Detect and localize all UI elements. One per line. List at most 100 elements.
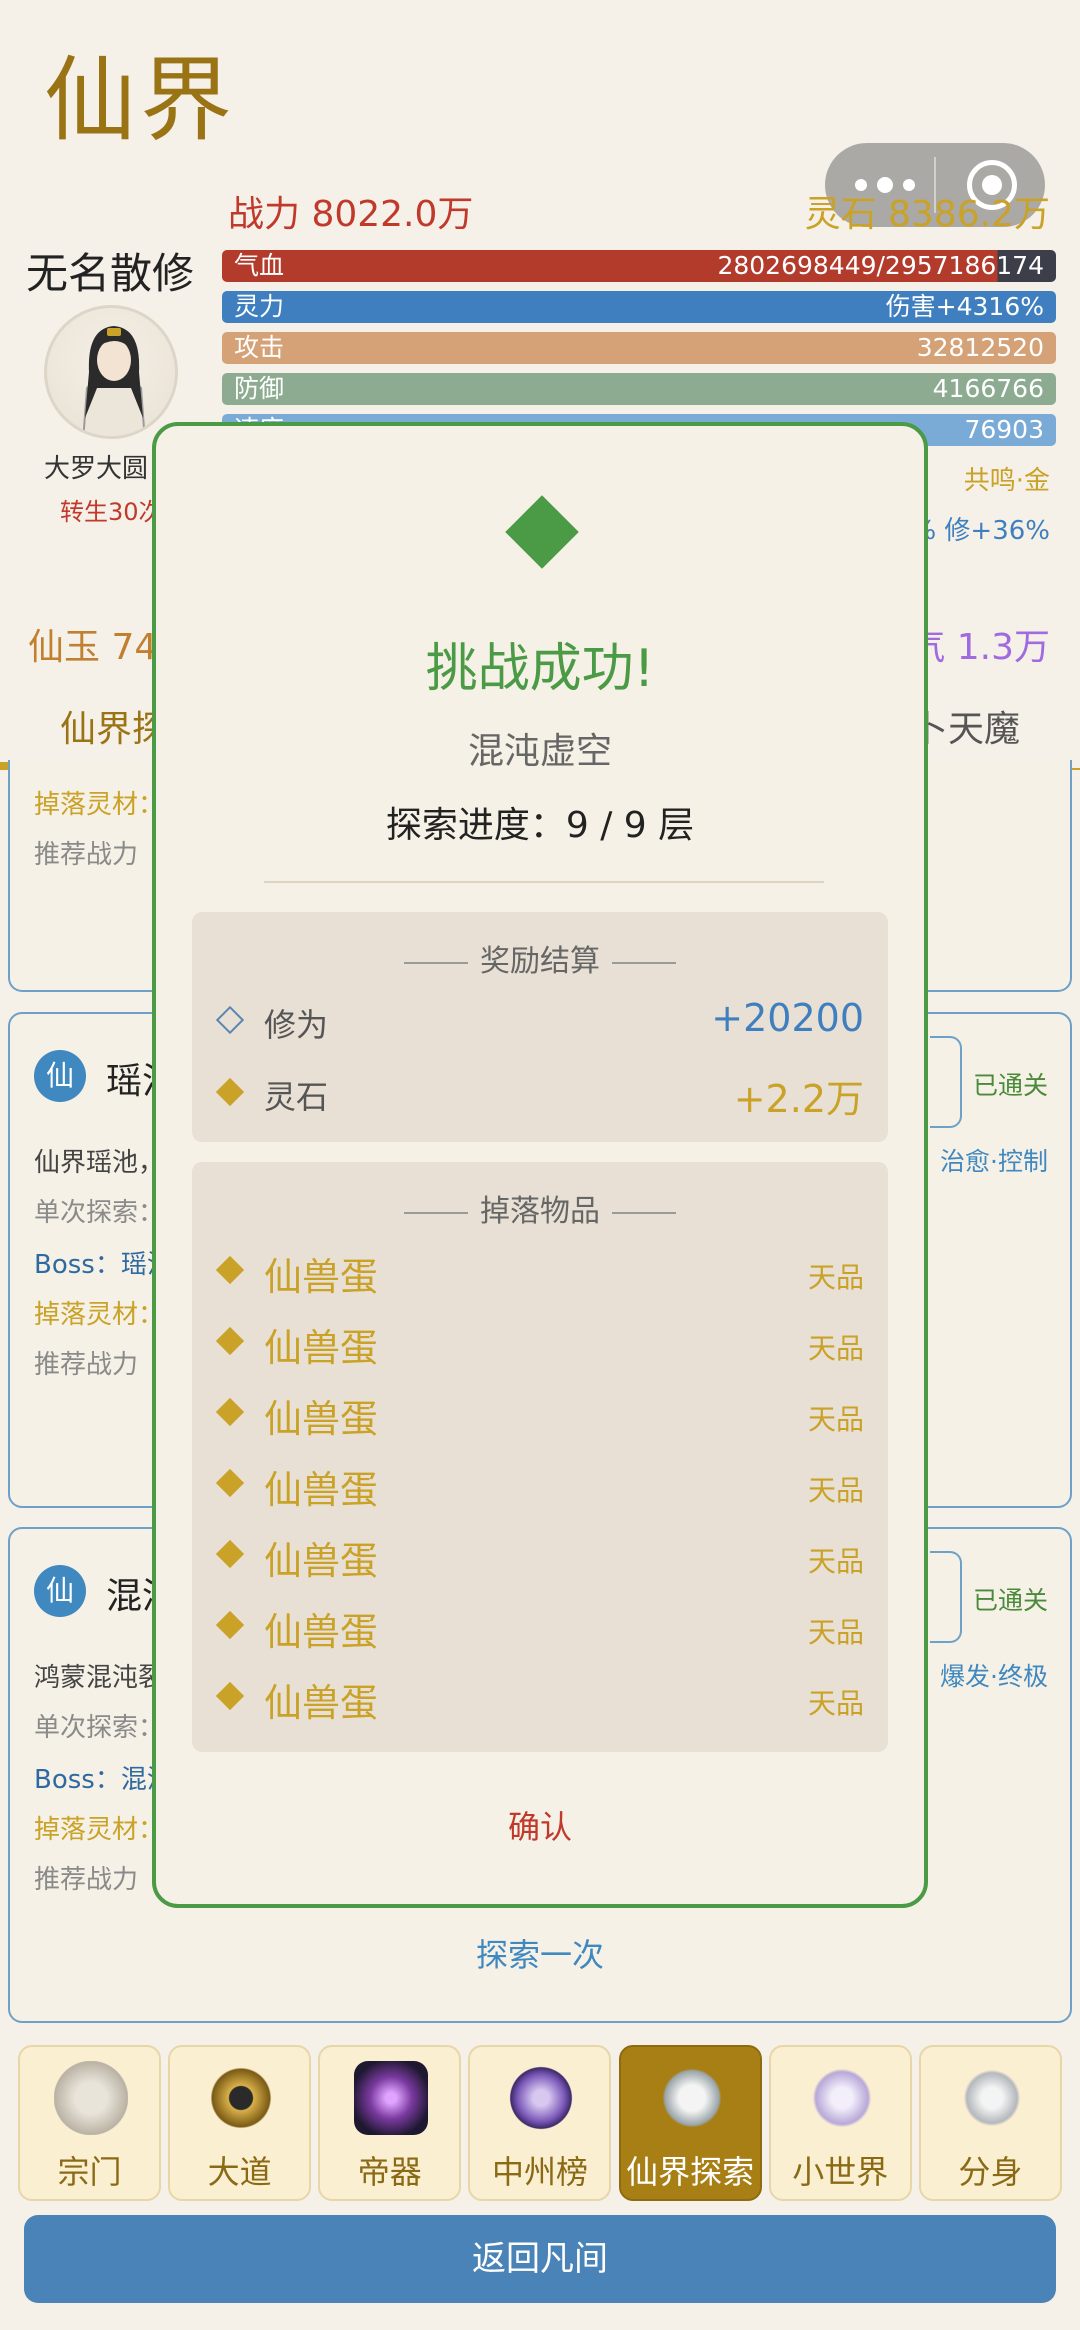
- modal-divider: [264, 881, 824, 883]
- nav-item-sect[interactable]: 宗门: [18, 2045, 161, 2201]
- drop-item-grade: 天品: [807, 1261, 864, 1294]
- drop-item-grade: 天品: [807, 1545, 864, 1578]
- drop-item-grade: 天品: [807, 1474, 864, 1507]
- nav-item-dao[interactable]: 大道: [168, 2045, 312, 2201]
- drop-header: 掉落物品: [192, 1186, 888, 1230]
- ranking-icon: [504, 2061, 579, 2135]
- mp-bar: 灵力 伤害+4316%: [222, 291, 1056, 323]
- card-tags: 爆发·终极: [940, 1662, 1048, 1691]
- nav-label: 大道: [207, 2153, 272, 2191]
- gold-diamond-icon: [215, 1255, 245, 1285]
- modal-title: 挑战成功!: [425, 639, 655, 699]
- drop-item-grade: 天品: [807, 1332, 864, 1365]
- immortal-badge: 仙: [34, 1050, 86, 1102]
- nav-label: 中州榜: [491, 2153, 588, 2191]
- gold-diamond-icon: [215, 1610, 245, 1640]
- card-drop-label: 掉落灵材：: [34, 790, 165, 820]
- rebirth-count: 转生30次: [60, 498, 163, 526]
- nav-item-artifact[interactable]: 帝器: [318, 2045, 462, 2201]
- card-description: 仙界瑶池，: [34, 1148, 165, 1178]
- page-title: 仙界: [44, 47, 237, 154]
- gold-diamond-icon: [215, 1539, 245, 1569]
- reward-row-cultivation: 修为 +20200: [215, 996, 864, 1046]
- player-name: 无名散修: [26, 249, 195, 298]
- nav-item-clone[interactable]: 分身: [918, 2045, 1062, 2201]
- modal-location: 混沌虚空: [467, 731, 612, 772]
- card-drop-label: 掉落灵材：: [34, 1300, 165, 1330]
- reward-section: 奖励结算 修为 +20200 灵石 +2.2万: [192, 912, 888, 1142]
- nav-label: 小世界: [792, 2153, 889, 2191]
- reward-header-text: 奖励结算: [480, 944, 600, 979]
- card-single-explore: 单次探索：: [34, 1198, 165, 1228]
- combat-power: 战力 8022.0万: [228, 194, 474, 235]
- explore-once-button[interactable]: 探索一次: [0, 1930, 1080, 1976]
- card-action-button[interactable]: [930, 1036, 962, 1128]
- nav-item-small-world[interactable]: 小世界: [768, 2045, 912, 2201]
- spirit-stones: 灵石 8386.2万: [804, 194, 1050, 235]
- card-recommend-label: 推荐战力: [34, 1350, 139, 1380]
- qi-amount: 气 1.3万: [909, 627, 1050, 668]
- nav-label: 宗门: [57, 2153, 122, 2191]
- gold-diamond-icon: [215, 1326, 245, 1356]
- hp-value: 2802698449/2957186174: [717, 251, 1044, 280]
- bonus-text: % 修+36%: [911, 516, 1050, 546]
- card-drop-label: 掉落灵材：: [34, 1815, 165, 1845]
- defense-value: 4166766: [932, 374, 1044, 403]
- speed-value: 76903: [964, 415, 1044, 444]
- drop-item-name: 仙兽蛋: [264, 1681, 379, 1725]
- explore-icon: [654, 2061, 729, 2135]
- reward-value: +20200: [711, 996, 864, 1040]
- success-diamond-icon: [505, 495, 579, 569]
- gold-diamond-icon: [215, 1077, 245, 1107]
- card-recommend-label: 推荐战力: [34, 1865, 139, 1895]
- drop-item-grade: 天品: [807, 1616, 864, 1649]
- reward-header: 奖励结算: [192, 936, 888, 980]
- sect-icon: [54, 2061, 128, 2135]
- card-tags: 治愈·控制: [940, 1147, 1048, 1176]
- drop-item-grade: 天品: [807, 1687, 864, 1720]
- attack-label: 攻击: [234, 333, 285, 362]
- reward-label: 灵石: [264, 1078, 329, 1116]
- confirm-button[interactable]: 确认: [156, 1802, 924, 1848]
- card-recommend-label: 推荐战力: [34, 840, 139, 870]
- mp-value: 伤害+4316%: [885, 292, 1044, 321]
- tab-heavenly-demon[interactable]: 卜天魔: [912, 700, 1020, 752]
- drop-item: 仙兽蛋 天品: [215, 1246, 864, 1299]
- avatar[interactable]: [44, 305, 178, 439]
- hp-bar: 气血 2802698449/2957186174: [222, 250, 1056, 282]
- immortal-jade: 仙玉 74: [28, 627, 158, 668]
- explore-progress: 探索进度：9 / 9 层: [385, 805, 695, 846]
- nav-item-ranking[interactable]: 中州榜: [468, 2045, 612, 2201]
- reward-value: +2.2万: [733, 1077, 864, 1121]
- reward-row-stones: 灵石 +2.2万: [215, 1068, 864, 1121]
- attack-bar: 攻击 32812520: [222, 332, 1056, 364]
- drop-item-name: 仙兽蛋: [264, 1255, 379, 1299]
- reward-label: 修为: [264, 1006, 329, 1044]
- defense-label: 防御: [234, 374, 285, 403]
- clone-icon: [954, 2061, 1029, 2135]
- artifact-icon: [354, 2061, 429, 2135]
- card-description: 鸿蒙混沌裂: [34, 1663, 165, 1693]
- drop-item: 仙兽蛋 天品: [215, 1672, 864, 1725]
- nav-item-explore[interactable]: 仙界探索: [618, 2045, 762, 2201]
- nav-label: 帝器: [357, 2153, 422, 2191]
- cleared-status: 已通关: [972, 1071, 1048, 1100]
- card-action-button[interactable]: [930, 1551, 962, 1643]
- drop-item-name: 仙兽蛋: [264, 1610, 379, 1654]
- drop-item-name: 仙兽蛋: [264, 1326, 379, 1370]
- nav-label: 仙界探索: [626, 2153, 755, 2191]
- drop-item: 仙兽蛋 天品: [215, 1459, 864, 1512]
- hp-label: 气血: [234, 251, 285, 280]
- world-icon: [804, 2061, 879, 2135]
- taiji-icon: [204, 2061, 279, 2135]
- result-modal: 挑战成功! 混沌虚空 探索进度：9 / 9 层 奖励结算 修为 +20200 灵…: [152, 422, 928, 1908]
- cleared-status: 已通关: [972, 1586, 1048, 1615]
- gold-diamond-icon: [215, 1468, 245, 1498]
- return-mortal-button[interactable]: 返回凡间: [24, 2215, 1056, 2303]
- immortal-badge: 仙: [34, 1565, 86, 1617]
- gold-diamond-icon: [215, 1397, 245, 1427]
- drop-item: 仙兽蛋 天品: [215, 1317, 864, 1370]
- drop-header-text: 掉落物品: [480, 1194, 600, 1229]
- drop-item-name: 仙兽蛋: [264, 1539, 379, 1583]
- drop-item-name: 仙兽蛋: [264, 1468, 379, 1512]
